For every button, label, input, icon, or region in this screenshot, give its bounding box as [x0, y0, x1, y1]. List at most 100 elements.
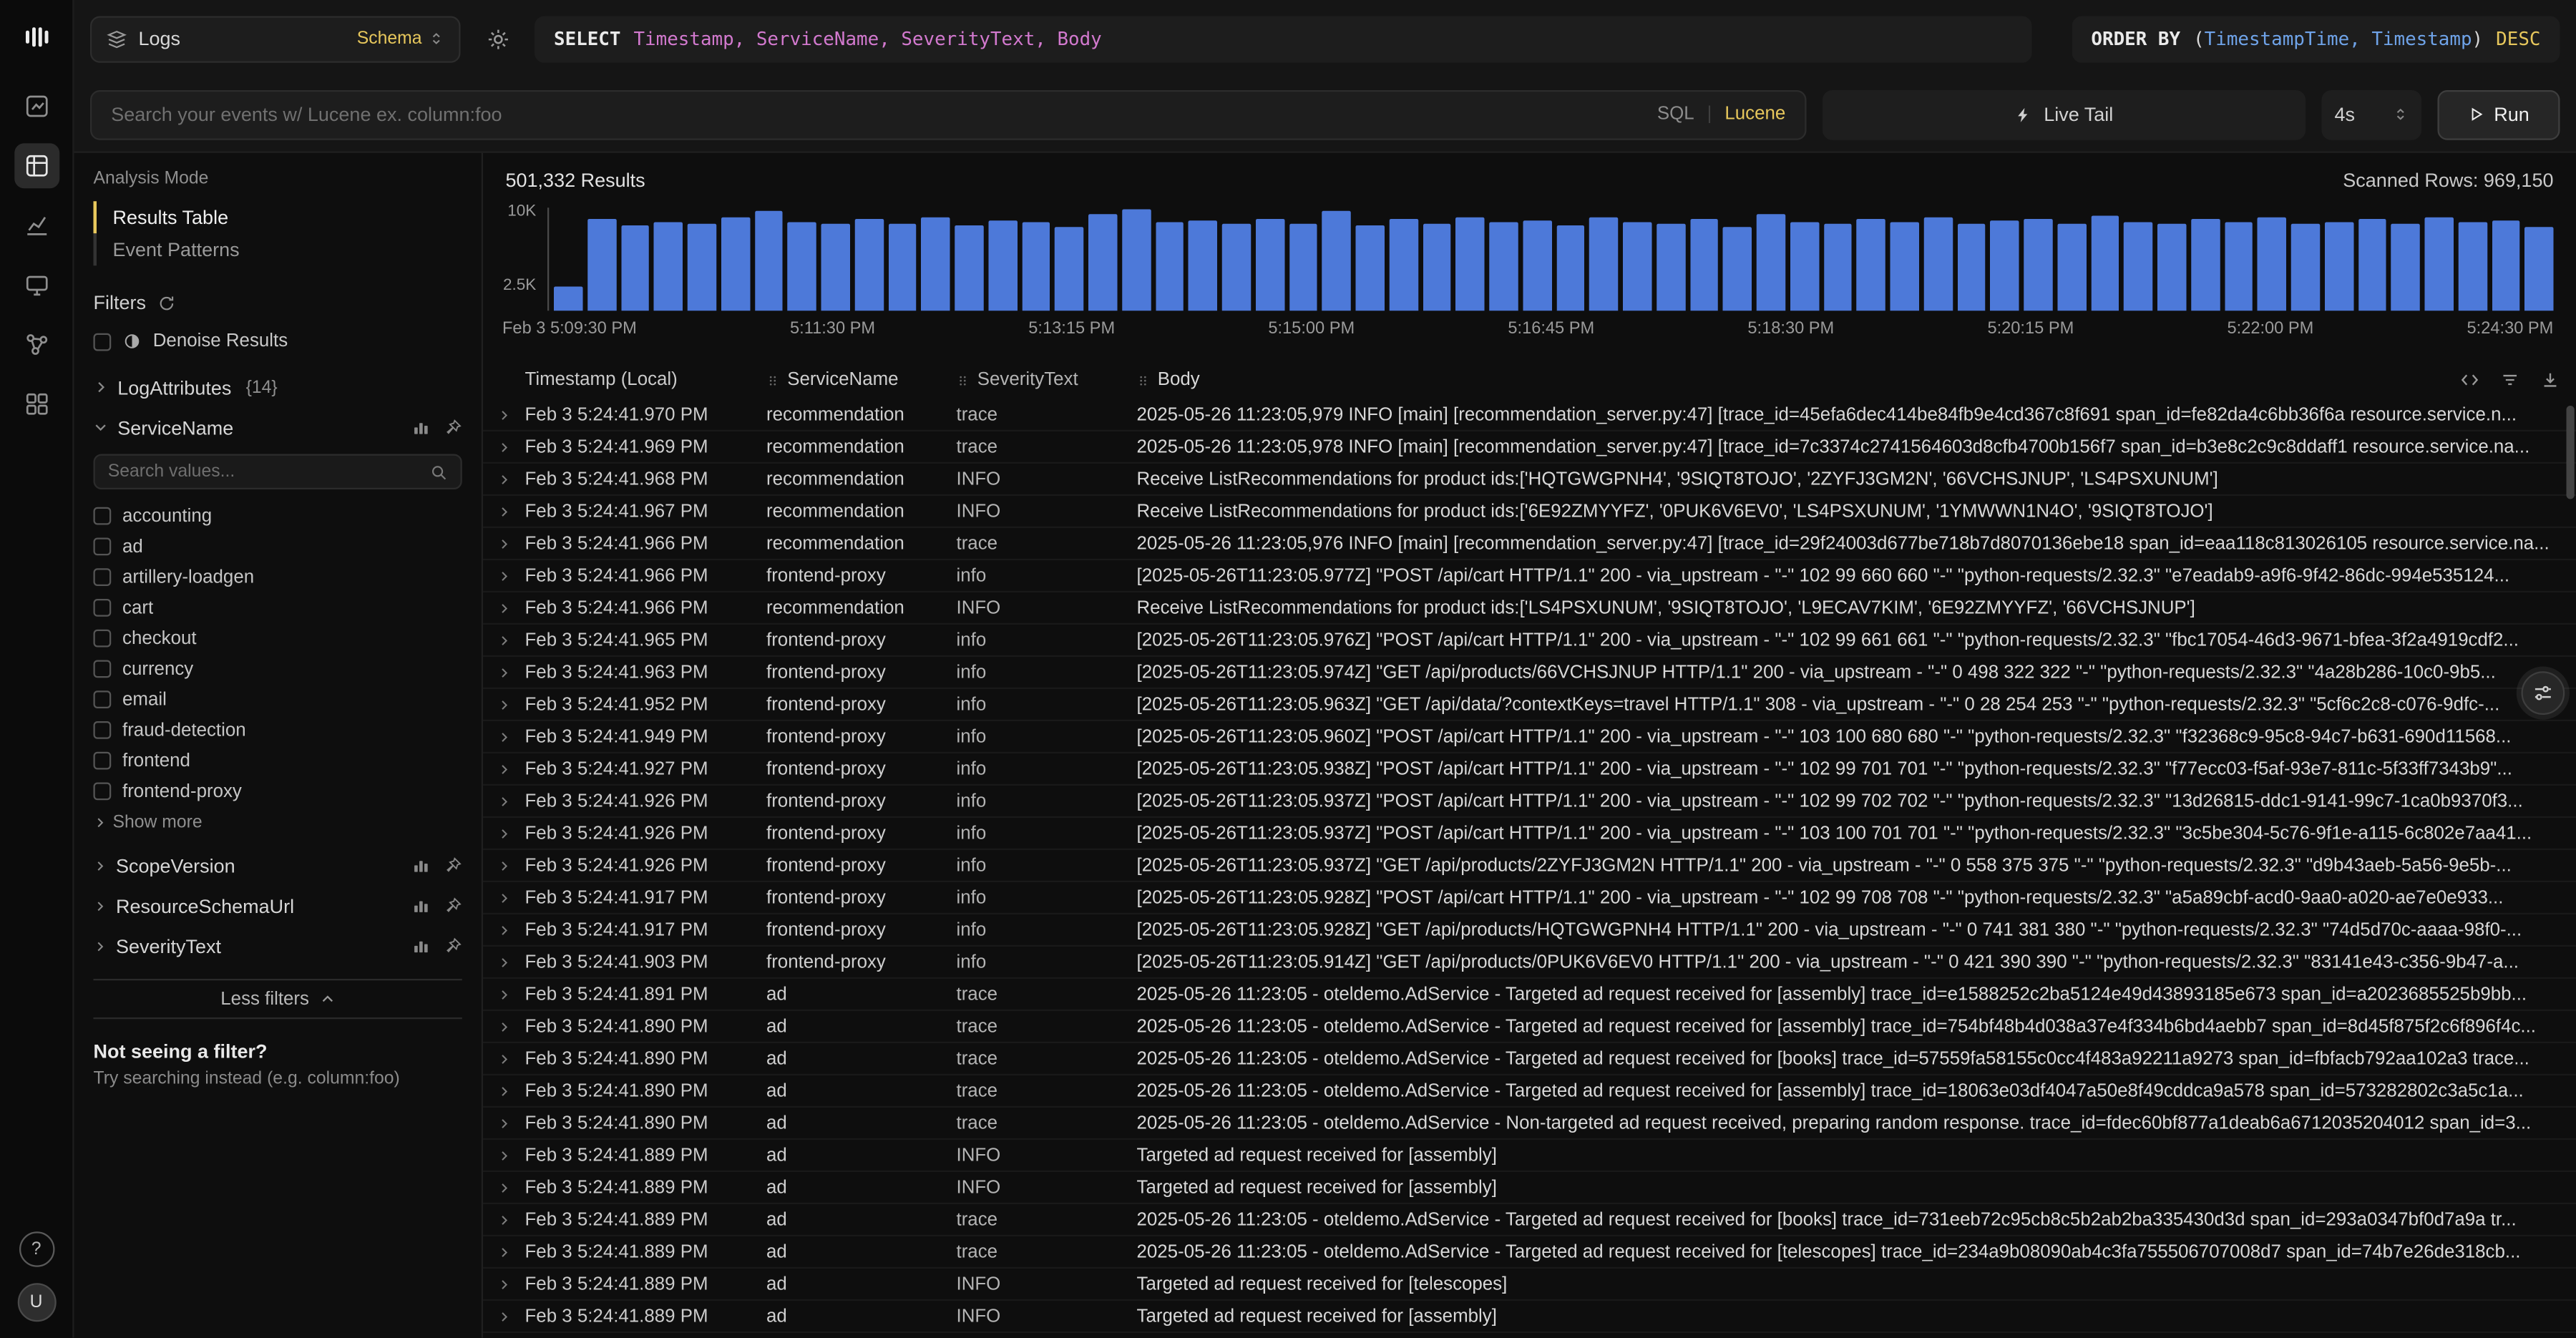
code-icon[interactable]: [2460, 371, 2479, 390]
table-row[interactable]: Feb 3 5:24:41.891 PMadtrace2025-05-26 11…: [483, 979, 2576, 1011]
row-expand-chevron-icon[interactable]: [483, 1084, 525, 1097]
histogram-bar[interactable]: [1689, 218, 1718, 311]
histogram-bar[interactable]: [854, 220, 883, 311]
histogram-bar[interactable]: [754, 210, 783, 311]
drag-grip-icon[interactable]: [766, 371, 779, 389]
row-expand-chevron-icon[interactable]: [483, 891, 525, 904]
nav-apps-icon[interactable]: [14, 381, 59, 426]
histogram-bar[interactable]: [2291, 223, 2320, 311]
table-row[interactable]: Feb 3 5:24:41.926 PMfrontend-proxyinfo[2…: [483, 818, 2576, 850]
histogram-bar[interactable]: [1723, 226, 1752, 311]
histogram-bar[interactable]: [2157, 225, 2186, 311]
row-expand-chevron-icon[interactable]: [483, 826, 525, 839]
checkbox[interactable]: [94, 752, 112, 770]
histogram-bar[interactable]: [2091, 215, 2119, 311]
histogram-bar[interactable]: [688, 225, 716, 311]
row-expand-chevron-icon[interactable]: [483, 472, 525, 485]
histogram-bar[interactable]: [2525, 226, 2554, 311]
download-icon[interactable]: [2541, 371, 2560, 390]
row-expand-chevron-icon[interactable]: [483, 633, 525, 646]
row-expand-chevron-icon[interactable]: [483, 1181, 525, 1193]
table-row[interactable]: Feb 3 5:24:41.970 PMrecommendationtrace2…: [483, 399, 2576, 431]
histogram-bar[interactable]: [1790, 221, 1818, 311]
filter-value-accounting[interactable]: accounting: [94, 501, 462, 532]
table-row[interactable]: Feb 3 5:24:41.903 PMfrontend-proxyinfo[2…: [483, 947, 2576, 979]
table-row[interactable]: Feb 3 5:24:41.965 PMfrontend-proxyinfo[2…: [483, 625, 2576, 657]
histogram-bar[interactable]: [2191, 220, 2220, 311]
row-expand-chevron-icon[interactable]: [483, 601, 525, 614]
filter-group-servicename[interactable]: ServiceName: [94, 407, 462, 447]
histogram-bar[interactable]: [1657, 225, 1685, 311]
row-expand-chevron-icon[interactable]: [483, 1052, 525, 1065]
histogram-bar[interactable]: [955, 225, 983, 311]
histogram-bar[interactable]: [587, 218, 616, 311]
order-by-preview[interactable]: ORDER BY ( TimestampTime, Timestamp ) DE…: [2072, 15, 2560, 62]
histogram-bar[interactable]: [788, 221, 816, 311]
table-row[interactable]: Feb 3 5:24:41.890 PMadtrace2025-05-26 11…: [483, 1043, 2576, 1075]
column-header-body[interactable]: Body: [1137, 371, 2438, 390]
row-expand-chevron-icon[interactable]: [483, 569, 525, 582]
histogram-bar[interactable]: [554, 287, 582, 311]
histogram-bar[interactable]: [1423, 223, 1451, 311]
user-avatar[interactable]: U: [17, 1284, 56, 1322]
table-scrollbar[interactable]: [2567, 406, 2575, 499]
table-row[interactable]: Feb 3 5:24:41.968 PMrecommendationINFORe…: [483, 464, 2576, 496]
row-expand-chevron-icon[interactable]: [483, 1277, 525, 1290]
filter-group-severitytext[interactable]: SeverityText: [94, 926, 462, 966]
checkbox[interactable]: [94, 507, 112, 525]
denoise-checkbox[interactable]: [94, 333, 112, 351]
table-settings-fab[interactable]: [2522, 671, 2565, 715]
histogram-bar[interactable]: [1255, 218, 1284, 311]
value-search-box[interactable]: [94, 454, 462, 490]
checkbox[interactable]: [94, 568, 112, 586]
histogram-bar[interactable]: [2124, 221, 2152, 311]
filter-value-currency[interactable]: currency: [94, 654, 462, 685]
mode-lucene[interactable]: Lucene: [1724, 104, 1785, 124]
histogram-bar[interactable]: [1623, 221, 1652, 311]
group-chart-icon[interactable]: [412, 897, 430, 914]
settings-gear-button[interactable]: [475, 16, 520, 62]
table-row[interactable]: Feb 3 5:24:41.952 PMfrontend-proxyinfo[2…: [483, 689, 2576, 721]
column-header-severitytext[interactable]: SeverityText: [957, 371, 1137, 390]
filter-value-frontend-proxy[interactable]: frontend-proxy: [94, 776, 462, 807]
search-input[interactable]: [111, 103, 1641, 126]
filter-value-email[interactable]: email: [94, 684, 462, 715]
row-expand-chevron-icon[interactable]: [483, 504, 525, 517]
table-row[interactable]: Feb 3 5:24:41.889 PMadINFOTargeted ad re…: [483, 1172, 2576, 1204]
table-row[interactable]: Feb 3 5:24:41.889 PMadtrace2025-05-26 11…: [483, 1236, 2576, 1269]
histogram-bar[interactable]: [2358, 218, 2386, 311]
histogram-bar[interactable]: [922, 218, 950, 311]
filter-group-logattributes[interactable]: LogAttributes {14}: [94, 367, 462, 407]
refresh-filters-icon[interactable]: [157, 294, 175, 312]
group-pin-icon[interactable]: [444, 856, 462, 874]
filter-group-scopeversion[interactable]: ScopeVersion: [94, 845, 462, 885]
histogram-bar[interactable]: [1189, 220, 1217, 311]
table-row[interactable]: Feb 3 5:24:41.890 PMadtrace2025-05-26 11…: [483, 1108, 2576, 1140]
mode-sql[interactable]: SQL: [1657, 104, 1694, 124]
row-expand-chevron-icon[interactable]: [483, 762, 525, 775]
filter-value-checkout[interactable]: checkout: [94, 623, 462, 654]
denoise-toggle[interactable]: Denoise Results: [94, 332, 462, 351]
filter-value-ad[interactable]: ad: [94, 532, 462, 562]
show-more-link[interactable]: Show more: [94, 813, 462, 832]
drag-grip-icon[interactable]: [957, 371, 970, 389]
histogram-bar[interactable]: [1356, 225, 1385, 311]
table-row[interactable]: Feb 3 5:24:41.966 PMrecommendationINFORe…: [483, 592, 2576, 625]
checkbox[interactable]: [94, 599, 112, 617]
interval-select[interactable]: 4s: [2322, 89, 2422, 140]
row-expand-chevron-icon[interactable]: [483, 698, 525, 710]
table-row[interactable]: Feb 3 5:24:41.917 PMfrontend-proxyinfo[2…: [483, 914, 2576, 947]
row-expand-chevron-icon[interactable]: [483, 730, 525, 743]
histogram-bar[interactable]: [1088, 213, 1117, 311]
row-expand-chevron-icon[interactable]: [483, 1245, 525, 1258]
nav-dashboards-icon[interactable]: [14, 84, 59, 129]
histogram-bar[interactable]: [1957, 225, 1986, 311]
histogram-bar[interactable]: [1489, 223, 1518, 311]
checkbox[interactable]: [94, 660, 112, 678]
histogram-bar[interactable]: [2024, 218, 2052, 311]
table-row[interactable]: Feb 3 5:24:41.917 PMfrontend-proxyinfo[2…: [483, 882, 2576, 914]
search-box[interactable]: SQL | Lucene: [90, 89, 1807, 140]
mode-event-patterns[interactable]: Event Patterns: [94, 233, 462, 265]
schema-badge[interactable]: Schema: [357, 29, 444, 49]
histogram-bar[interactable]: [1022, 223, 1050, 311]
